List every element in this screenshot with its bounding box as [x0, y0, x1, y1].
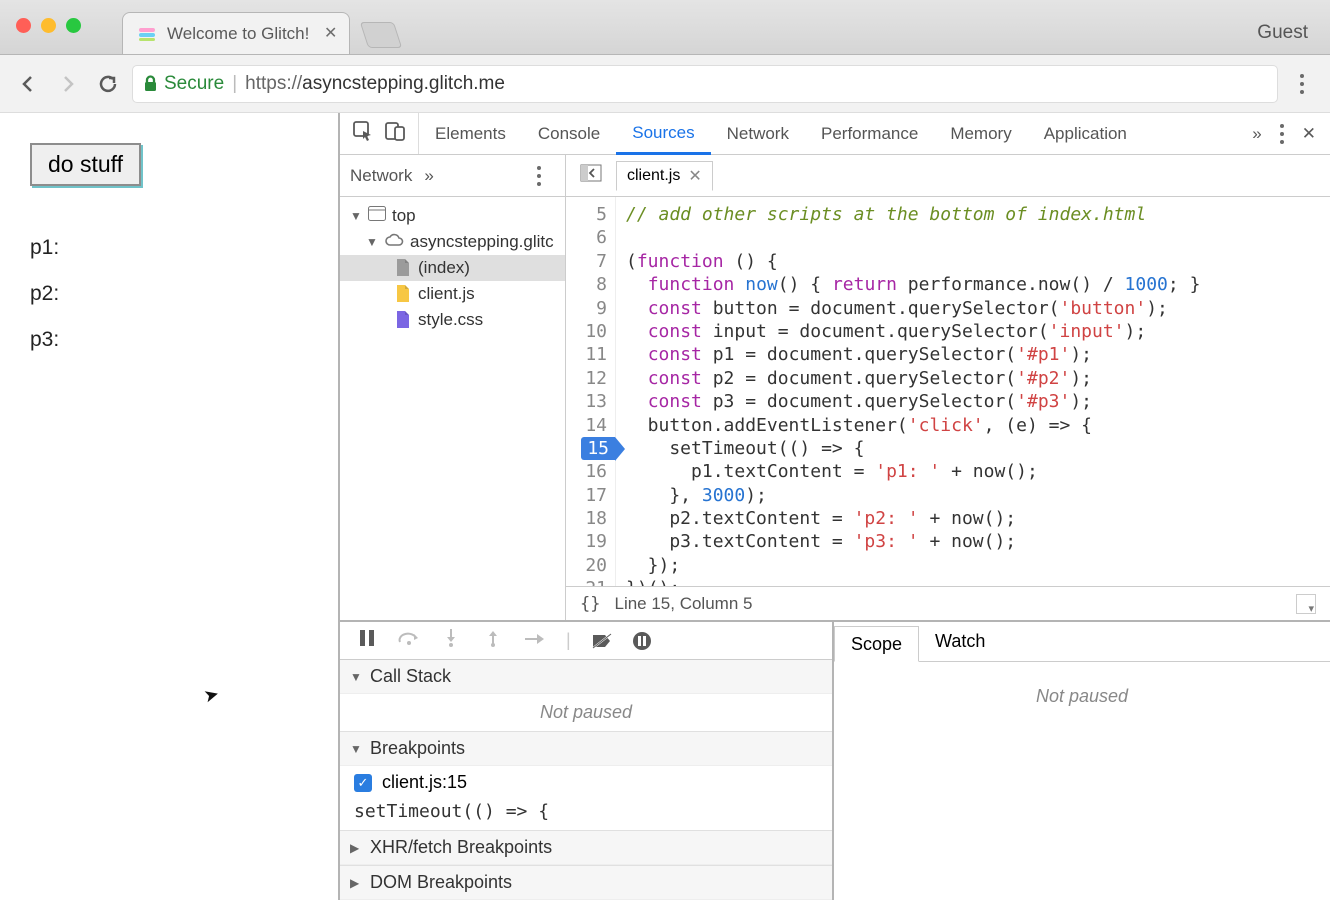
close-tab-icon[interactable]: ✕ — [324, 23, 337, 43]
step-button[interactable] — [524, 630, 546, 651]
dom-breakpoints-label: DOM Breakpoints — [370, 872, 512, 893]
url-host: asyncstepping.glitch.me — [302, 73, 505, 95]
tree-domain[interactable]: asyncstepping.glitc — [340, 229, 565, 255]
navigator-tab[interactable]: Network — [350, 166, 412, 186]
cloud-icon — [384, 232, 404, 252]
devtools-tab-application[interactable]: Application — [1028, 113, 1143, 154]
breakpoint-checkbox[interactable]: ✓ — [354, 774, 372, 792]
editor-tabs: client.js ✕ — [566, 155, 1330, 197]
editor-status-bar: {} Line 15, Column 5 — [566, 586, 1330, 620]
maximize-window-button[interactable] — [66, 18, 81, 33]
secure-label: Secure — [164, 73, 224, 95]
tree-top[interactable]: top — [340, 203, 565, 229]
file-icon — [396, 285, 412, 303]
traffic-lights — [16, 18, 81, 33]
devtools-tab-console[interactable]: Console — [522, 113, 616, 154]
devtools-tab-network[interactable]: Network — [711, 113, 805, 154]
xhr-breakpoints-label: XHR/fetch Breakpoints — [370, 837, 552, 858]
navigator-panel: Network » top asyncstepping.glitc — [340, 155, 566, 620]
devtools-tab-sources[interactable]: Sources — [616, 113, 710, 155]
step-into-button[interactable] — [440, 629, 462, 652]
deactivate-breakpoints-button[interactable] — [591, 632, 613, 650]
scope-tab-watch[interactable]: Watch — [919, 622, 1001, 661]
back-button[interactable] — [12, 68, 44, 100]
editor-settings-icon[interactable] — [1296, 594, 1316, 614]
breakpoints-label: Breakpoints — [370, 738, 465, 759]
file-icon — [396, 259, 412, 277]
file-icon — [396, 311, 412, 329]
profile-label[interactable]: Guest — [1257, 22, 1308, 44]
devtools-panel: ElementsConsoleSourcesNetworkPerformance… — [340, 113, 1330, 900]
device-toggle-icon[interactable] — [384, 120, 406, 147]
callstack-label: Call Stack — [370, 666, 451, 687]
callstack-header[interactable]: Call Stack — [340, 660, 832, 694]
xhr-breakpoints-header[interactable]: XHR/fetch Breakpoints — [340, 830, 832, 865]
more-nav-tabs-icon[interactable]: » — [424, 166, 433, 186]
editor-file-tab[interactable]: client.js ✕ — [616, 161, 713, 191]
tab-title: Welcome to Glitch! — [167, 24, 309, 44]
tree-file[interactable]: client.js — [340, 281, 565, 307]
close-devtools-icon[interactable]: ✕ — [1302, 124, 1316, 144]
callstack-body: Not paused — [340, 694, 832, 731]
address-bar[interactable]: Secure | https://asyncstepping.glitch.me — [132, 65, 1278, 103]
window-titlebar: Welcome to Glitch! ✕ Guest — [0, 0, 1330, 55]
debugger-panel: | Call Stack Not paused Breakpoints ✓ cl… — [340, 622, 834, 900]
cursor-position: Line 15, Column 5 — [614, 594, 752, 614]
pretty-print-icon[interactable]: {} — [580, 594, 600, 614]
tree-file-label: style.css — [418, 310, 483, 330]
close-window-button[interactable] — [16, 18, 31, 33]
devtools-tab-memory[interactable]: Memory — [934, 113, 1027, 154]
p2-text: p2: — [30, 282, 308, 306]
do-stuff-button[interactable]: do stuff — [30, 143, 141, 186]
navigator-menu-icon[interactable] — [523, 166, 555, 186]
devtools-tabs: ElementsConsoleSourcesNetworkPerformance… — [340, 113, 1330, 155]
debugger-toolbar: | — [340, 622, 832, 660]
pause-on-exceptions-button[interactable] — [633, 632, 651, 650]
scope-body: Not paused — [834, 662, 1330, 900]
devtools-tab-elements[interactable]: Elements — [419, 113, 522, 154]
breakpoint-location: client.js:15 — [382, 772, 467, 793]
tree-domain-label: asyncstepping.glitc — [410, 232, 554, 252]
lock-icon: Secure — [143, 73, 224, 95]
browser-tab[interactable]: Welcome to Glitch! ✕ — [122, 12, 350, 54]
breakpoint-code: setTimeout(() => { — [340, 799, 832, 830]
pause-button[interactable] — [356, 630, 378, 651]
page-viewport: do stuff p1: p2: p3: — [0, 113, 340, 900]
nav-pane-toggle-icon[interactable] — [572, 164, 610, 187]
window-icon — [368, 206, 386, 226]
tree-file-label: (index) — [418, 258, 470, 278]
breakpoint-item[interactable]: ✓ client.js:15 — [340, 766, 832, 799]
url-scheme: https:// — [245, 73, 302, 95]
step-over-button[interactable] — [398, 630, 420, 651]
p1-text: p1: — [30, 236, 308, 260]
devtools-menu-button[interactable] — [1280, 124, 1284, 144]
file-tree: top asyncstepping.glitc (index) client.js… — [340, 197, 565, 620]
separator: | — [232, 73, 237, 95]
devtools-tab-performance[interactable]: Performance — [805, 113, 934, 154]
tree-file[interactable]: style.css — [340, 307, 565, 333]
breakpoints-header[interactable]: Breakpoints — [340, 731, 832, 766]
more-tabs-icon[interactable]: » — [1252, 124, 1261, 144]
tree-file-label: client.js — [418, 284, 475, 304]
tree-top-label: top — [392, 206, 416, 226]
forward-button[interactable] — [52, 68, 84, 100]
browser-menu-button[interactable] — [1286, 74, 1318, 94]
step-out-button[interactable] — [482, 629, 504, 652]
inspect-element-icon[interactable] — [352, 120, 374, 147]
favicon-icon — [137, 24, 157, 44]
p3-text: p3: — [30, 328, 308, 352]
reload-button[interactable] — [92, 68, 124, 100]
minimize-window-button[interactable] — [41, 18, 56, 33]
scope-tab-scope[interactable]: Scope — [834, 626, 919, 662]
tree-file[interactable]: (index) — [340, 255, 565, 281]
close-file-tab-icon[interactable]: ✕ — [688, 166, 701, 186]
new-tab-button[interactable] — [360, 22, 402, 48]
file-tab-label: client.js — [627, 167, 680, 185]
browser-toolbar: Secure | https://asyncstepping.glitch.me — [0, 55, 1330, 113]
scope-panel: ScopeWatch Not paused — [834, 622, 1330, 900]
dom-breakpoints-header[interactable]: DOM Breakpoints — [340, 865, 832, 900]
code-editor[interactable]: 56789101112131415161718192021 // add oth… — [566, 197, 1330, 586]
